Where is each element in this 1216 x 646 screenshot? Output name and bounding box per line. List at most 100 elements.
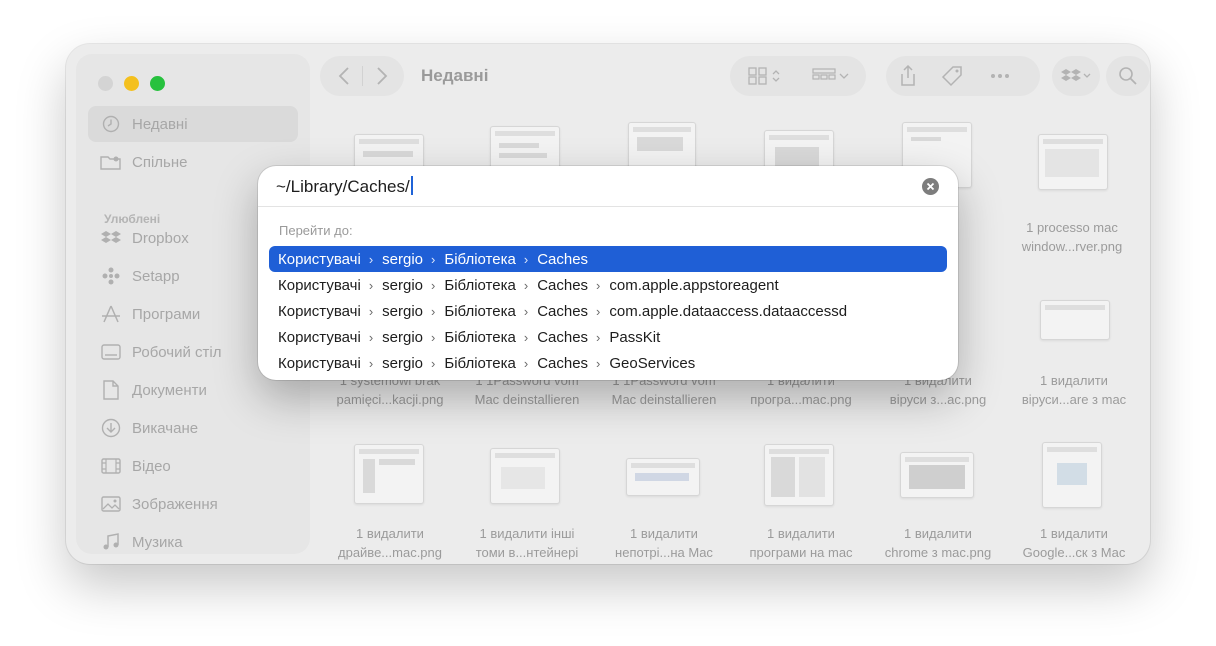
path-segment: sergio — [382, 302, 424, 320]
back-button[interactable] — [332, 64, 356, 88]
music-icon — [100, 531, 122, 553]
file-item[interactable]: 1 видалити віруси...are з mac — [1006, 371, 1142, 409]
chevron-right-icon: › — [431, 251, 436, 267]
chevron-right-icon: › — [523, 355, 529, 371]
search-icon — [1119, 67, 1137, 85]
file-thumbnail[interactable] — [1038, 134, 1108, 190]
chevron-right-icon: › — [431, 355, 436, 371]
path-segment: Caches — [537, 328, 589, 346]
view-mode-button[interactable] — [740, 64, 790, 88]
path-segment: Бібліотека — [444, 250, 516, 268]
path-segment: Користувачі — [278, 250, 361, 268]
search-button-group — [1106, 56, 1150, 96]
path-segment: Користувачі — [278, 302, 361, 320]
file-item[interactable]: 1 видалити непотрі...на Mac — [596, 524, 732, 562]
file-item[interactable]: 1 видалити драйве...mac.png — [322, 524, 458, 562]
forward-button[interactable] — [370, 64, 394, 88]
path-segment: com.apple.dataaccess.dataaccessd — [609, 302, 848, 320]
path-suggestion[interactable]: Користувачі › sergio › Бібліотека › Caches › com… — [269, 272, 947, 298]
apps-icon — [100, 303, 122, 325]
chevron-right-icon — [377, 67, 388, 85]
path-suggestion[interactable]: Користувачі › sergio › Бібліотека › Caches — [269, 246, 947, 272]
path-segment: sergio — [382, 328, 424, 346]
path-segment: Бібліотека — [444, 354, 516, 372]
group-icon — [812, 68, 849, 80]
dropbox-menu-button[interactable] — [1058, 64, 1094, 88]
chevron-right-icon: › — [431, 329, 436, 345]
path-segment: sergio — [382, 276, 424, 294]
maximize-window-button[interactable] — [150, 76, 165, 91]
path-segment: com.apple.appstoreagent — [609, 276, 779, 294]
sidebar-item-music[interactable]: Музика — [88, 524, 298, 560]
sidebar-item-downloads[interactable]: Викачане — [88, 410, 298, 446]
file-name-line: віруси з...ac.png — [889, 392, 987, 407]
tags-button[interactable] — [938, 62, 966, 90]
file-item[interactable]: 1 видалити програми на mac — [733, 524, 869, 562]
file-name-line: 1 видалити — [767, 526, 835, 541]
path-segment: Caches — [537, 354, 589, 372]
file-thumbnail[interactable] — [900, 452, 974, 498]
clear-path-button[interactable] — [922, 178, 939, 195]
group-by-button[interactable] — [806, 64, 856, 88]
download-icon — [100, 417, 122, 439]
desktop-icon — [100, 341, 122, 363]
chevron-right-icon: › — [596, 355, 601, 371]
share-icon — [901, 65, 915, 86]
file-thumbnail[interactable] — [764, 444, 834, 506]
file-thumbnail[interactable] — [1042, 442, 1102, 508]
path-segment: sergio — [382, 354, 424, 372]
chevron-right-icon: › — [523, 303, 529, 319]
clock-icon — [100, 113, 122, 135]
path-suggestion[interactable]: Користувачі › sergio › Бібліотека › Caches › com… — [269, 298, 947, 324]
sidebar-item-movies[interactable]: Відео — [88, 448, 298, 484]
share-button[interactable] — [894, 62, 922, 90]
path-suggestion[interactable]: Користувачі › sergio › Бібліотека › Caches › Pas… — [269, 324, 947, 350]
close-window-button[interactable] — [98, 76, 113, 91]
path-suggestion[interactable]: Користувачі › sergio › Бібліотека › Caches › Geo… — [269, 350, 947, 376]
sidebar-item-label: Dropbox — [132, 229, 189, 247]
sidebar-item-label: Робочий стіл — [132, 343, 222, 361]
sidebar-item-label: Спільне — [132, 153, 188, 171]
chevron-right-icon: › — [523, 329, 529, 345]
minimize-window-button[interactable] — [124, 76, 139, 91]
file-name-line: драйве...mac.png — [338, 545, 442, 560]
dropbox-icon — [1061, 69, 1091, 81]
film-icon — [100, 455, 122, 477]
sidebar-item-recents[interactable]: Недавні — [88, 106, 298, 142]
file-thumbnail[interactable] — [1040, 300, 1110, 340]
document-icon — [100, 379, 122, 401]
path-segment: GeoServices — [609, 354, 696, 372]
file-thumbnail[interactable] — [354, 444, 424, 504]
file-name-line: Mac deinstallieren — [474, 392, 580, 407]
file-thumbnail[interactable] — [626, 458, 700, 496]
path-segment: Caches — [537, 250, 589, 268]
path-segment: Користувачі — [278, 328, 361, 346]
file-name-line: 1 видалити — [356, 526, 424, 541]
toolbar: Недавні — [320, 54, 1150, 96]
chevron-right-icon: › — [523, 277, 529, 293]
path-segment: sergio — [382, 250, 424, 268]
sidebar-item-label: Недавні — [132, 115, 188, 133]
file-name-line: непотрі...на Mac — [615, 545, 713, 560]
path-input-text: ~/Library/Caches/ — [276, 177, 410, 196]
file-item[interactable]: 1 видалити chrome з mac.png — [870, 524, 1006, 562]
go-to-folder-dialog: ~/Library/Caches/ Перейти до: Користувач… — [258, 166, 958, 380]
text-caret — [410, 176, 413, 195]
file-thumbnail[interactable] — [490, 448, 560, 504]
setapp-icon — [100, 265, 122, 287]
file-item[interactable]: 1 processo mac window...rver.png — [1004, 218, 1140, 256]
chevron-left-icon — [338, 67, 349, 85]
path-field-row: ~/Library/Caches/ — [258, 166, 958, 207]
sidebar-item-pictures[interactable]: Зображення — [88, 486, 298, 522]
file-name-line: програми на mac — [749, 545, 853, 560]
nav-button-group — [320, 56, 404, 96]
search-button[interactable] — [1114, 64, 1142, 88]
chevron-right-icon: › — [596, 277, 601, 293]
more-button[interactable] — [986, 62, 1014, 90]
path-input[interactable]: ~/Library/Caches/ — [276, 176, 413, 197]
sidebar-item-label: Документи — [132, 381, 207, 399]
file-item[interactable]: 1 видалити Google...ск з Mac — [1006, 524, 1142, 562]
file-name-line: 1 видалити — [630, 526, 698, 541]
file-item[interactable]: 1 видалити інші томи в...нтейнері — [459, 524, 595, 562]
ellipsis-icon — [991, 74, 1009, 78]
